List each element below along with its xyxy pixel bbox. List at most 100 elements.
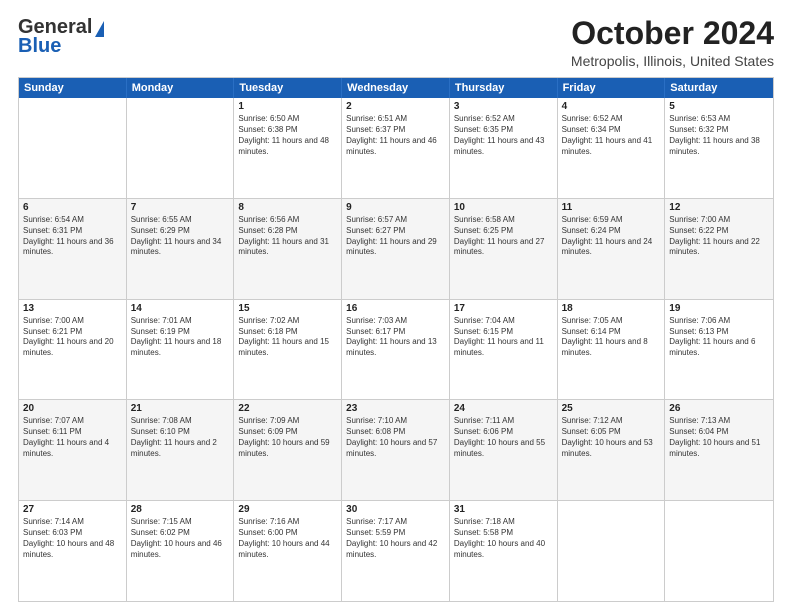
calendar-header-cell: Thursday: [450, 78, 558, 98]
day-info: Sunrise: 7:13 AM Sunset: 6:04 PM Dayligh…: [669, 416, 769, 459]
day-info: Sunrise: 7:17 AM Sunset: 5:59 PM Dayligh…: [346, 517, 445, 560]
day-number: 8: [238, 202, 337, 213]
calendar-header-cell: Saturday: [665, 78, 773, 98]
calendar-cell: 27 Sunrise: 7:14 AM Sunset: 6:03 PM Dayli…: [19, 501, 127, 601]
day-info: Sunrise: 7:00 AM Sunset: 6:21 PM Dayligh…: [23, 316, 122, 359]
calendar-cell: 30 Sunrise: 7:17 AM Sunset: 5:59 PM Dayli…: [342, 501, 450, 601]
calendar-header-cell: Sunday: [19, 78, 127, 98]
calendar-cell: 9Sunrise: 6:57 AM Sunset: 6:27 PM Daylig…: [342, 199, 450, 299]
calendar-cell: [19, 98, 127, 198]
day-number: 20: [23, 403, 122, 414]
day-number: 26: [669, 403, 769, 414]
calendar-cell: 18 Sunrise: 7:05 AM Sunset: 6:14 PM Dayli…: [558, 300, 666, 400]
day-info: Sunrise: 6:52 AM Sunset: 6:35 PM Dayligh…: [454, 114, 553, 157]
calendar-cell: 28Sunrise: 7:15 AM Sunset: 6:02 PM Dayli…: [127, 501, 235, 601]
day-number: 4: [562, 101, 661, 112]
calendar-row: 1 Sunrise: 6:50 AM Sunset: 6:38 PM Daylig…: [19, 98, 773, 198]
day-info: Sunrise: 7:12 AM Sunset: 6:05 PM Dayligh…: [562, 416, 661, 459]
calendar-cell: 4 Sunrise: 6:52 AM Sunset: 6:34 PM Daylig…: [558, 98, 666, 198]
day-info: Sunrise: 6:56 AM Sunset: 6:28 PM Dayligh…: [238, 215, 337, 258]
day-number: 27: [23, 504, 122, 515]
day-info: Sunrise: 6:53 AM Sunset: 6:32 PM Dayligh…: [669, 114, 769, 157]
calendar-header-cell: Friday: [558, 78, 666, 98]
day-number: 21: [131, 403, 230, 414]
logo-icon: [95, 21, 104, 37]
day-number: 2: [346, 101, 445, 112]
day-number: 18: [562, 303, 661, 314]
calendar-header-cell: Monday: [127, 78, 235, 98]
day-info: Sunrise: 7:01 AM Sunset: 6:19 PM Dayligh…: [131, 316, 230, 359]
day-info: Sunrise: 6:58 AM Sunset: 6:25 PM Dayligh…: [454, 215, 553, 258]
day-info: Sunrise: 6:51 AM Sunset: 6:37 PM Dayligh…: [346, 114, 445, 157]
calendar-cell: 25 Sunrise: 7:12 AM Sunset: 6:05 PM Dayli…: [558, 400, 666, 500]
calendar-cell: 26 Sunrise: 7:13 AM Sunset: 6:04 PM Dayli…: [665, 400, 773, 500]
calendar-cell: 22 Sunrise: 7:09 AM Sunset: 6:09 PM Dayli…: [234, 400, 342, 500]
day-info: Sunrise: 7:18 AM Sunset: 5:58 PM Dayligh…: [454, 517, 553, 560]
day-number: 15: [238, 303, 337, 314]
day-info: Sunrise: 7:16 AM Sunset: 6:00 PM Dayligh…: [238, 517, 337, 560]
calendar-header-cell: Tuesday: [234, 78, 342, 98]
day-number: 5: [669, 101, 769, 112]
day-number: 13: [23, 303, 122, 314]
calendar-row: 6 Sunrise: 6:54 AM Sunset: 6:31 PM Daylig…: [19, 198, 773, 299]
calendar-cell: [558, 501, 666, 601]
day-number: 30: [346, 504, 445, 515]
day-number: 3: [454, 101, 553, 112]
day-info: Sunrise: 7:02 AM Sunset: 6:18 PM Dayligh…: [238, 316, 337, 359]
calendar-cell: 15 Sunrise: 7:02 AM Sunset: 6:18 PM Dayli…: [234, 300, 342, 400]
day-number: 6: [23, 202, 122, 213]
calendar-cell: 14 Sunrise: 7:01 AM Sunset: 6:19 PM Dayli…: [127, 300, 235, 400]
logo-blue: Blue: [18, 35, 61, 58]
day-number: 9: [346, 202, 445, 213]
calendar-cell: 6 Sunrise: 6:54 AM Sunset: 6:31 PM Daylig…: [19, 199, 127, 299]
day-number: 12: [669, 202, 769, 213]
day-info: Sunrise: 7:10 AM Sunset: 6:08 PM Dayligh…: [346, 416, 445, 459]
calendar-cell: [127, 98, 235, 198]
day-info: Sunrise: 7:09 AM Sunset: 6:09 PM Dayligh…: [238, 416, 337, 459]
calendar-cell: 23 Sunrise: 7:10 AM Sunset: 6:08 PM Dayli…: [342, 400, 450, 500]
calendar-cell: 3 Sunrise: 6:52 AM Sunset: 6:35 PM Daylig…: [450, 98, 558, 198]
calendar-cell: 2 Sunrise: 6:51 AM Sunset: 6:37 PM Daylig…: [342, 98, 450, 198]
calendar-cell: 1 Sunrise: 6:50 AM Sunset: 6:38 PM Daylig…: [234, 98, 342, 198]
day-number: 25: [562, 403, 661, 414]
day-info: Sunrise: 7:07 AM Sunset: 6:11 PM Dayligh…: [23, 416, 122, 459]
calendar-header: SundayMondayTuesdayWednesdayThursdayFrid…: [19, 78, 773, 98]
calendar-cell: 20 Sunrise: 7:07 AM Sunset: 6:11 PM Dayli…: [19, 400, 127, 500]
header: General Blue October 2024 Metropolis, Il…: [18, 16, 774, 69]
day-info: Sunrise: 7:05 AM Sunset: 6:14 PM Dayligh…: [562, 316, 661, 359]
day-info: Sunrise: 6:59 AM Sunset: 6:24 PM Dayligh…: [562, 215, 661, 258]
day-info: Sunrise: 6:55 AM Sunset: 6:29 PM Dayligh…: [131, 215, 230, 258]
calendar-row: 20 Sunrise: 7:07 AM Sunset: 6:11 PM Dayli…: [19, 399, 773, 500]
logo: General Blue: [18, 16, 104, 58]
day-info: Sunrise: 7:14 AM Sunset: 6:03 PM Dayligh…: [23, 517, 122, 560]
day-info: Sunrise: 6:52 AM Sunset: 6:34 PM Dayligh…: [562, 114, 661, 157]
day-info: Sunrise: 6:54 AM Sunset: 6:31 PM Dayligh…: [23, 215, 122, 258]
day-number: 19: [669, 303, 769, 314]
calendar-cell: [665, 501, 773, 601]
day-info: Sunrise: 7:04 AM Sunset: 6:15 PM Dayligh…: [454, 316, 553, 359]
calendar-cell: 16Sunrise: 7:03 AM Sunset: 6:17 PM Dayli…: [342, 300, 450, 400]
day-number: 14: [131, 303, 230, 314]
day-info: Sunrise: 7:00 AM Sunset: 6:22 PM Dayligh…: [669, 215, 769, 258]
calendar-body: 1 Sunrise: 6:50 AM Sunset: 6:38 PM Daylig…: [19, 98, 773, 601]
day-number: 17: [454, 303, 553, 314]
title-block: October 2024 Metropolis, Illinois, Unite…: [571, 16, 774, 69]
day-number: 23: [346, 403, 445, 414]
calendar-cell: 5 Sunrise: 6:53 AM Sunset: 6:32 PM Daylig…: [665, 98, 773, 198]
day-info: Sunrise: 6:50 AM Sunset: 6:38 PM Dayligh…: [238, 114, 337, 157]
calendar-cell: 8 Sunrise: 6:56 AM Sunset: 6:28 PM Daylig…: [234, 199, 342, 299]
main-title: October 2024: [571, 16, 774, 51]
page: General Blue October 2024 Metropolis, Il…: [0, 0, 792, 612]
calendar-row: 27 Sunrise: 7:14 AM Sunset: 6:03 PM Dayli…: [19, 500, 773, 601]
calendar: SundayMondayTuesdayWednesdayThursdayFrid…: [18, 77, 774, 602]
day-info: Sunrise: 7:15 AM Sunset: 6:02 PM Dayligh…: [131, 517, 230, 560]
day-number: 7: [131, 202, 230, 213]
day-number: 1: [238, 101, 337, 112]
day-number: 10: [454, 202, 553, 213]
calendar-cell: 12 Sunrise: 7:00 AM Sunset: 6:22 PM Dayli…: [665, 199, 773, 299]
day-info: Sunrise: 7:11 AM Sunset: 6:06 PM Dayligh…: [454, 416, 553, 459]
day-number: 22: [238, 403, 337, 414]
calendar-cell: 24Sunrise: 7:11 AM Sunset: 6:06 PM Dayli…: [450, 400, 558, 500]
calendar-cell: 19Sunrise: 7:06 AM Sunset: 6:13 PM Dayli…: [665, 300, 773, 400]
calendar-row: 13 Sunrise: 7:00 AM Sunset: 6:21 PM Dayli…: [19, 299, 773, 400]
